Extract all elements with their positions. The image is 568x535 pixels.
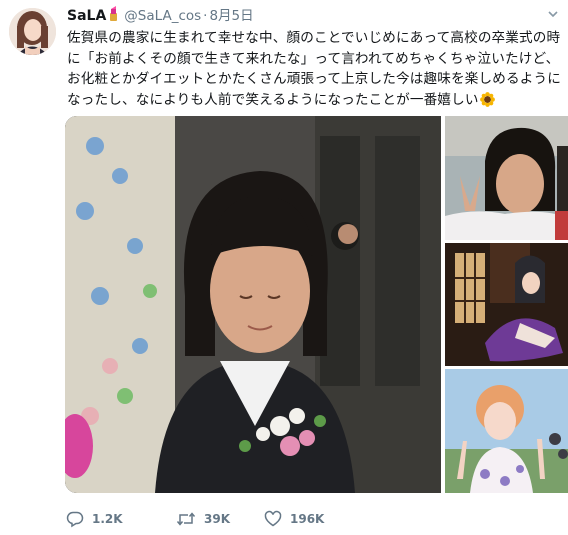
retweet-icon <box>176 510 196 528</box>
tweet-text-line: に「お前よくその顔で生きて来れたな」って言われてめちゃくちゃ泣いたけど、 <box>67 50 560 67</box>
media-grid <box>65 116 568 493</box>
tweet-text-line: なったし、なによりも人前で笑えるようになったことが一番嬉しい <box>67 91 479 108</box>
lipstick-icon <box>107 6 121 27</box>
photo-1[interactable] <box>65 116 441 493</box>
user-handle[interactable]: @SaLA_cos <box>124 8 201 24</box>
separator-dot: · <box>203 8 208 24</box>
reply-button[interactable]: 1.2K <box>66 510 176 528</box>
heart-icon <box>264 510 282 528</box>
reply-count: 1.2K <box>92 512 123 526</box>
tweet-actions: 1.2K 39K 196K <box>66 508 364 530</box>
tweet-date[interactable]: 8月5日 <box>209 8 253 24</box>
reply-icon <box>66 510 84 528</box>
like-count: 196K <box>290 512 325 526</box>
avatar[interactable] <box>9 8 56 55</box>
tweet-text-line: お化粧とかダイエットとかたくさん頑張って上京した今は趣味を楽しめるように <box>67 71 561 88</box>
photo-2[interactable] <box>445 116 568 240</box>
chevron-down-icon[interactable] <box>546 6 560 20</box>
tweet-text: 佐賀県の農家に生まれて幸せな中、顔のことでいじめにあって高校の卒業式の時 に「お… <box>67 28 563 113</box>
retweet-button[interactable]: 39K <box>176 510 264 528</box>
like-button[interactable]: 196K <box>264 510 364 528</box>
tweet: SaLA @SaLA_cos · 8月5日 佐賀県の農家に生まれて幸せな中、顔のことで… <box>0 0 568 535</box>
tweet-header: SaLA @SaLA_cos · 8月5日 <box>67 6 254 24</box>
photo-3[interactable] <box>445 243 568 366</box>
photo-4[interactable] <box>445 369 568 493</box>
tweet-text-line: 佐賀県の農家に生まれて幸せな中、顔のことでいじめにあって高校の卒業式の時 <box>67 30 561 46</box>
display-name[interactable]: SaLA <box>67 8 106 24</box>
retweet-count: 39K <box>204 512 230 526</box>
sunflower-icon <box>479 91 495 114</box>
